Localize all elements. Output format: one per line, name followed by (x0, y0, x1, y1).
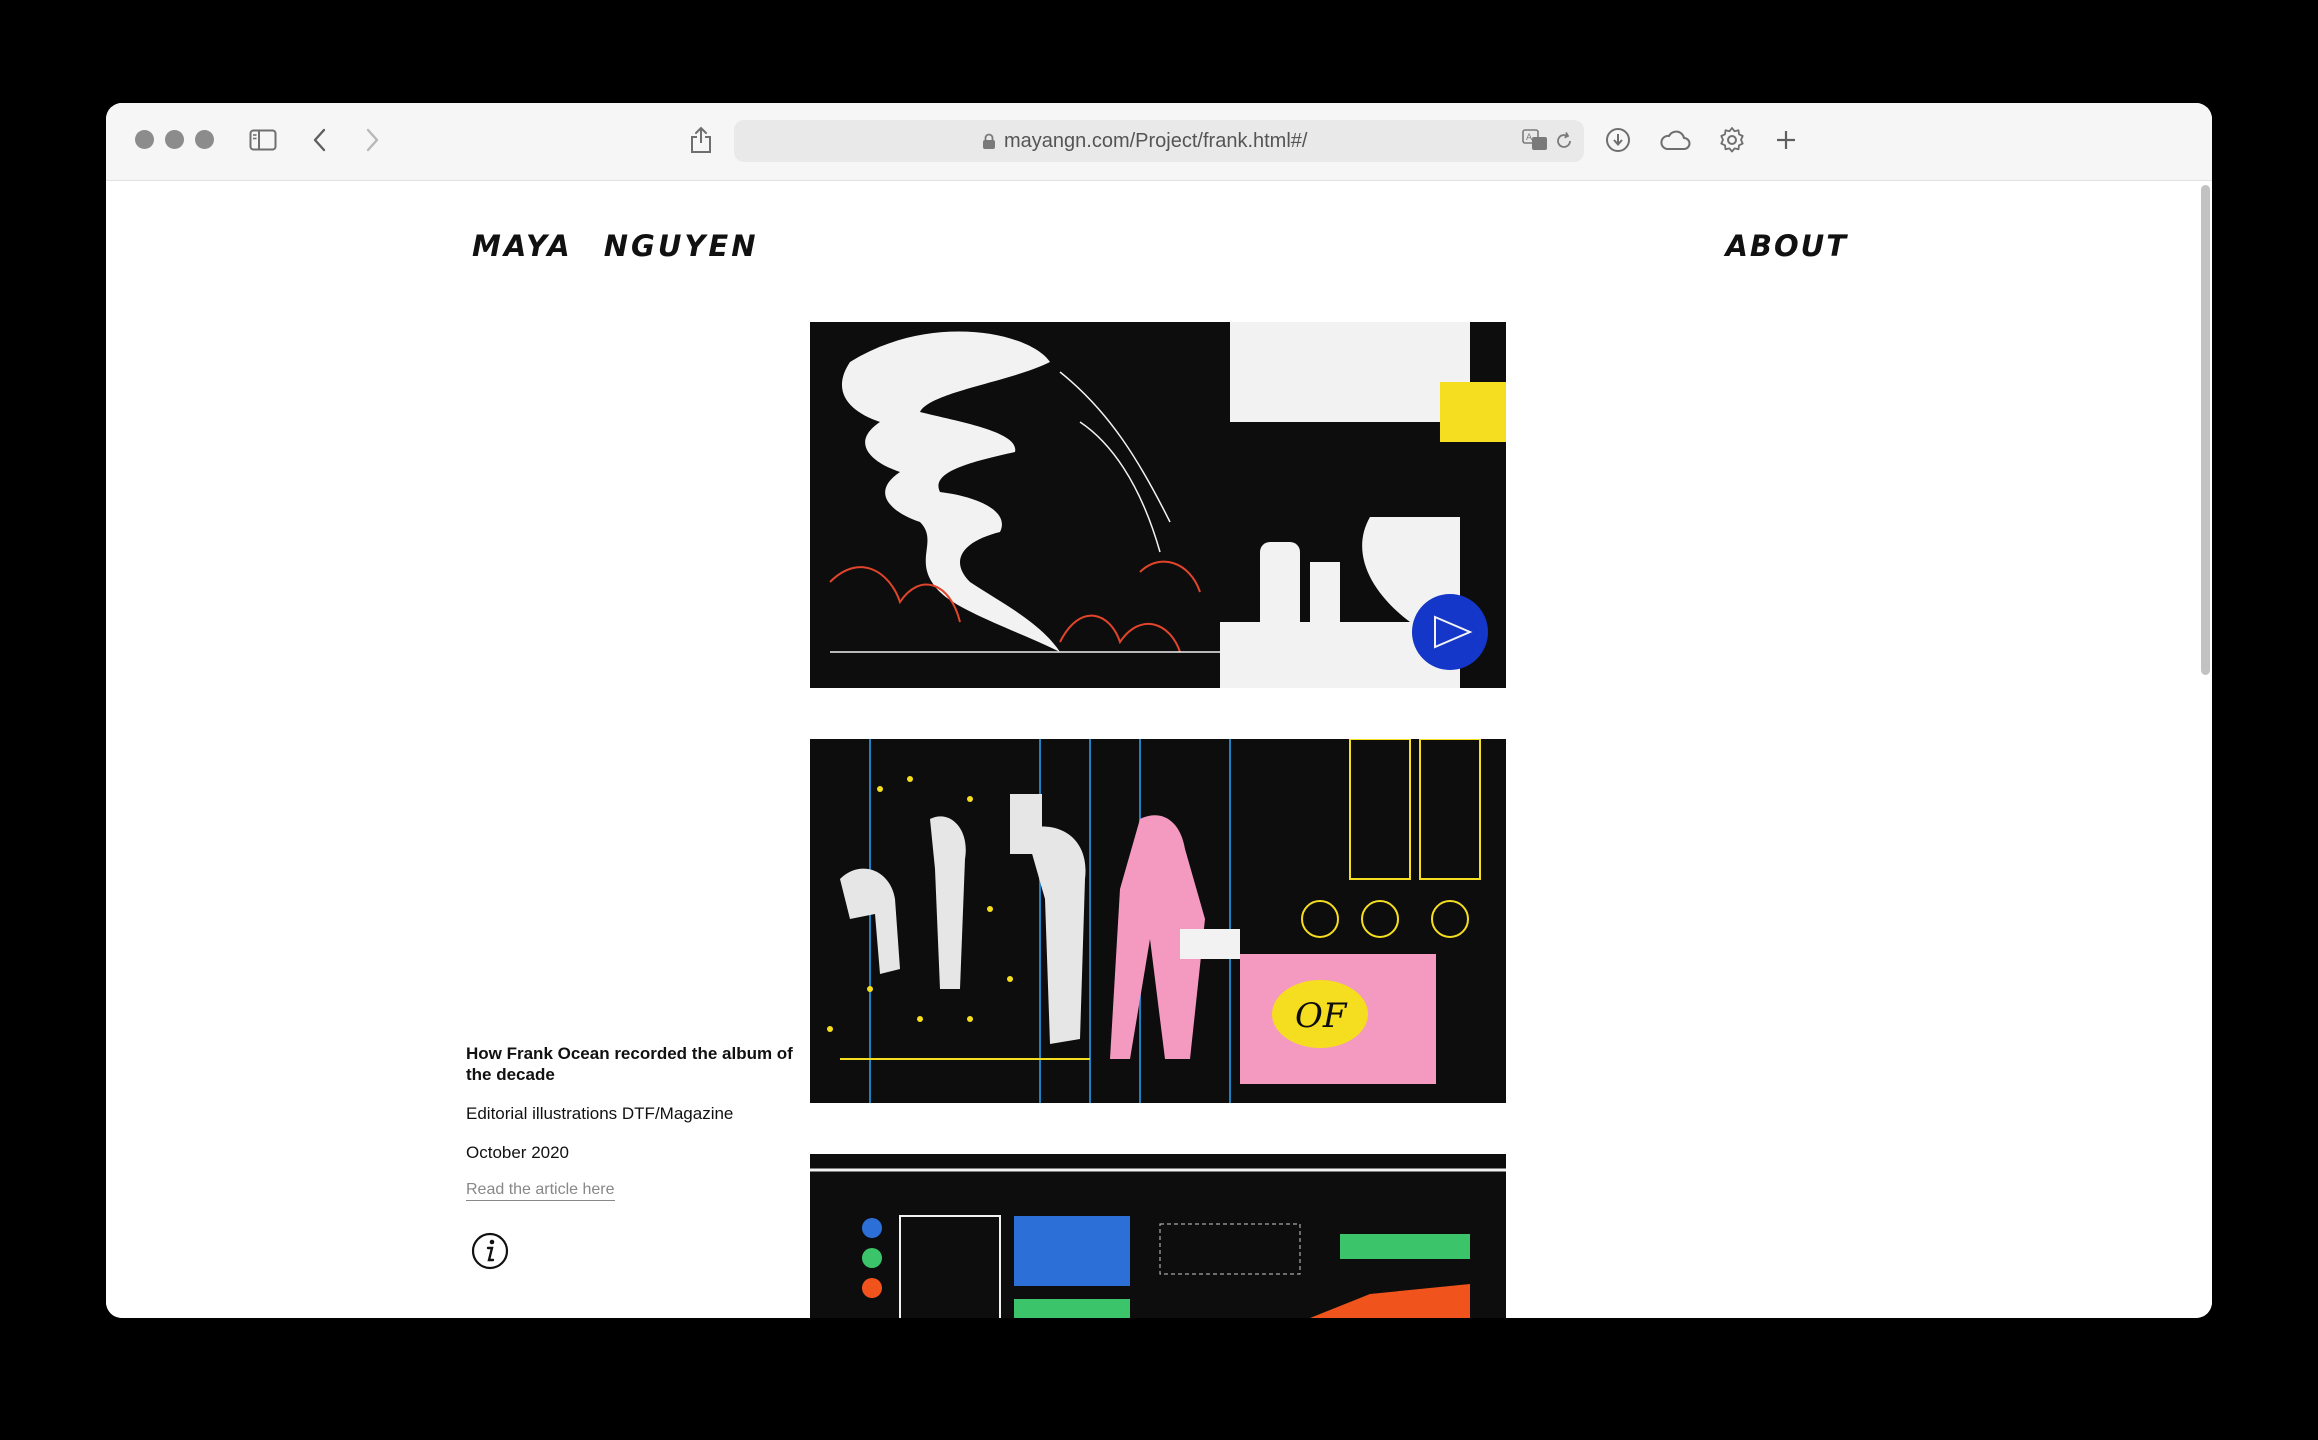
info-icon[interactable] (470, 1231, 510, 1271)
minimize-window-button[interactable] (165, 130, 184, 149)
zoom-window-button[interactable] (195, 130, 214, 149)
svg-text:OF: OF (1295, 996, 1348, 1036)
logo-first-name: MAYA (472, 229, 573, 263)
project-subtitle: Editorial illustrations DTF/Magazine (466, 1104, 734, 1123)
settings-icon[interactable] (1715, 123, 1749, 157)
site-logo[interactable]: MAYA NGUYEN (472, 229, 758, 263)
project-info: How Frank Ocean recorded the album of th… (466, 1043, 796, 1201)
page-scrollbar[interactable] (2200, 185, 2210, 1235)
cloud-icon[interactable] (1658, 123, 1692, 157)
translate-icon[interactable]: A (1522, 129, 1548, 151)
back-icon[interactable] (303, 123, 337, 157)
browser-window: mayangn.com/Project/frank.html#/ A MAYA … (106, 103, 2212, 1318)
download-icon[interactable] (1601, 123, 1635, 157)
scrollbar-thumb[interactable] (2201, 185, 2210, 675)
browser-toolbar: mayangn.com/Project/frank.html#/ A (106, 103, 2212, 181)
read-article-link[interactable]: Read the article here (466, 1181, 615, 1201)
logo-last-name: NGUYEN (603, 229, 759, 263)
illustration-1[interactable] (810, 322, 1506, 688)
page-content: MAYA NGUYEN ABOUT OF How Frank Ocean rec… (106, 181, 2212, 1318)
new-tab-icon[interactable] (1769, 123, 1803, 157)
svg-text:A: A (1526, 133, 1533, 143)
illustration-3[interactable] (810, 1154, 1506, 1318)
sidebar-icon[interactable] (246, 123, 280, 157)
reload-icon[interactable] (1554, 131, 1574, 151)
lock-icon (983, 133, 995, 149)
about-link[interactable]: ABOUT (1725, 229, 1848, 263)
forward-icon[interactable] (355, 123, 389, 157)
url-text: mayangn.com/Project/frank.html#/ (1004, 130, 1308, 152)
project-title: How Frank Ocean recorded the album of th… (466, 1044, 793, 1084)
address-bar[interactable]: mayangn.com/Project/frank.html#/ A (734, 120, 1584, 162)
project-date: October 2020 (466, 1143, 570, 1162)
share-icon[interactable] (684, 123, 718, 157)
illustration-2[interactable]: OF (810, 739, 1506, 1103)
close-window-button[interactable] (135, 130, 154, 149)
